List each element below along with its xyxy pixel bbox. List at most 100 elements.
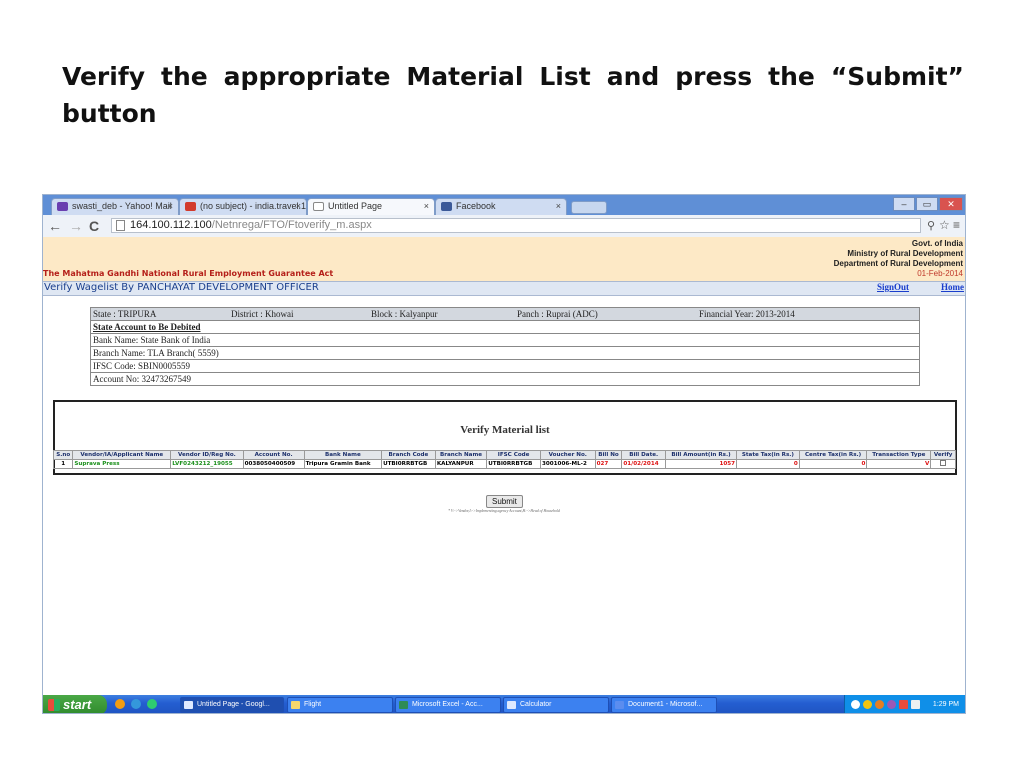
table-row: 1 Suprava Press LVF0243212_19055 0038050…	[52, 459, 956, 469]
taskbar-clock: 1:29 PM	[932, 701, 959, 708]
district-label: District : Khowai	[231, 309, 294, 319]
page-icon	[116, 220, 125, 231]
scheme-name: The Mahatma Gandhi National Rural Employ…	[43, 269, 334, 278]
task-word[interactable]: Document1 - Microsof...	[611, 697, 717, 713]
tab-gmail[interactable]: (no subject) - india.travel.1! ×	[179, 198, 307, 215]
cell-centre-tax: 0	[798, 459, 868, 469]
page-icon	[313, 202, 324, 211]
close-tab-icon[interactable]: ×	[556, 201, 561, 211]
chrome-icon	[184, 701, 193, 709]
start-button[interactable]: start	[43, 695, 107, 713]
column-header: Branch Code	[381, 450, 436, 460]
tab-facebook[interactable]: Facebook ×	[435, 198, 567, 215]
cell-state-tax: 0	[736, 459, 800, 469]
cell-vendor: Suprava Press	[72, 459, 172, 469]
financial-year-label: Financial Year: 2013-2014	[699, 309, 795, 319]
cell-bank: Tripura Gramin Bank	[303, 459, 383, 469]
cell-branch-name: KALYANPUR	[434, 459, 488, 469]
tray-icon[interactable]	[851, 700, 860, 709]
state-label: State : TRIPURA	[93, 309, 157, 319]
column-header: State Tax(in Rs.)	[736, 450, 800, 460]
signout-link[interactable]: SignOut	[877, 282, 909, 292]
word-icon	[615, 701, 624, 709]
cell-bill-date: 01/02/2014	[621, 459, 666, 469]
forward-arrow-icon[interactable]: →	[69, 218, 83, 234]
account-info-table: State : TRIPURA District : Khowai Block : …	[90, 307, 920, 386]
excel-icon	[399, 701, 408, 709]
panch-label: Panch : Ruprai (ADC)	[517, 309, 598, 319]
column-header: Bank Name	[303, 450, 383, 460]
facebook-icon	[441, 202, 452, 211]
account-number: Account No: 32473267549	[90, 372, 920, 386]
cell-bill-no: 027	[594, 459, 623, 469]
windows-logo-icon	[48, 699, 60, 711]
column-header: Verify	[930, 450, 956, 460]
column-header: Transaction Type	[866, 450, 932, 460]
material-title: Verify Material list	[460, 424, 550, 436]
column-header: Vendor/IA/Applicant Name	[72, 450, 172, 460]
home-link[interactable]: Home	[941, 282, 964, 292]
tray-icon[interactable]	[899, 700, 908, 709]
close-tab-icon[interactable]: ×	[296, 201, 301, 211]
tab-strip: swasti_deb - Yahoo! Mail × (no subject) …	[43, 195, 965, 215]
mail-icon	[57, 202, 68, 211]
cell-verify	[930, 459, 956, 469]
cell-account: 0038050400509	[242, 459, 305, 469]
cell-sno: 1	[52, 459, 74, 469]
tab-yahoo-mail[interactable]: swasti_deb - Yahoo! Mail ×	[51, 198, 179, 215]
submit-button[interactable]: Submit	[486, 495, 523, 508]
tray-icon[interactable]	[863, 700, 872, 709]
close-window-icon[interactable]: ✕	[939, 197, 963, 211]
browser-screenshot: swasti_deb - Yahoo! Mail × (no subject) …	[42, 194, 966, 714]
menu-icon[interactable]: ≡	[953, 218, 960, 232]
table-header-row: S.no Vendor/IA/Applicant Name Vendor ID/…	[52, 450, 956, 460]
back-arrow-icon[interactable]: ←	[48, 218, 62, 234]
ifsc-code: IFSC Code: SBIN0005559	[90, 359, 920, 373]
column-header: Bill No	[594, 450, 623, 460]
close-tab-icon[interactable]: ×	[424, 201, 429, 211]
folder-icon	[291, 701, 300, 709]
firefox-icon[interactable]	[115, 699, 125, 709]
bank-name: Bank Name: State Bank of India	[90, 333, 920, 347]
page-title-bar: Verify Wagelist By PANCHAYAT DEVELOPMENT…	[43, 281, 965, 296]
close-tab-icon[interactable]: ×	[168, 201, 173, 211]
tab-untitled-page[interactable]: Untitled Page ×	[307, 198, 435, 215]
page-title: Verify Wagelist By PANCHAYAT DEVELOPMENT…	[44, 282, 319, 293]
task-chrome[interactable]: Untitled Page - Googl...	[180, 697, 284, 713]
new-tab-button[interactable]	[571, 201, 607, 214]
maximize-icon[interactable]: ▭	[916, 197, 938, 211]
column-header: Account No.	[242, 450, 305, 460]
column-header: Vendor ID/Reg No.	[170, 450, 244, 460]
minimize-icon[interactable]: –	[893, 197, 915, 211]
slide-title: Verify the appropriate Material List and…	[62, 62, 964, 128]
column-header: Centre Tax(in Rs.)	[798, 450, 868, 460]
star-icon[interactable]: ☆	[939, 218, 950, 232]
vendor-legend: * V:->Vendor,I:->Implementing agency Acc…	[448, 509, 560, 513]
verify-checkbox[interactable]	[940, 460, 947, 466]
task-calculator[interactable]: Calculator	[503, 697, 609, 713]
tray-icon[interactable]	[887, 700, 896, 709]
current-date: 01-Feb-2014	[917, 269, 963, 278]
reload-icon[interactable]: C	[89, 218, 99, 234]
task-flight[interactable]: Flight	[287, 697, 393, 713]
tray-icon[interactable]	[911, 700, 920, 709]
chrome-icon[interactable]	[147, 699, 157, 709]
cell-branch-code: UTBI0RRBTGB	[381, 459, 436, 469]
url-input[interactable]: 164.100.112.100/Netnrega/FTO/Ftoverify_m…	[111, 218, 921, 233]
system-tray: 1:29 PM	[844, 695, 965, 713]
task-excel[interactable]: Microsoft Excel - Acc...	[395, 697, 501, 713]
cell-transaction-type: V	[866, 459, 932, 469]
cell-ifsc: UTBI0RRBTGB	[486, 459, 541, 469]
search-icon[interactable]: ⚲	[927, 219, 935, 232]
windows-taskbar: start Untitled Page - Googl... Flight Mi…	[43, 695, 965, 713]
column-header: Bill Amount(in Rs.)	[664, 450, 738, 460]
column-header: IFSC Code	[486, 450, 541, 460]
govt-info: Govt. of India Ministry of Rural Develop…	[833, 239, 963, 278]
calculator-icon	[507, 701, 516, 709]
cell-voucher: 3001006-ML-2	[539, 459, 596, 469]
cell-vendor-id: LVF0243212_19055	[170, 459, 244, 469]
ie-icon[interactable]	[131, 699, 141, 709]
tray-icon[interactable]	[875, 700, 884, 709]
branch-name: Branch Name: TLA Branch( 5559)	[90, 346, 920, 360]
cell-amount: 1057	[664, 459, 738, 469]
